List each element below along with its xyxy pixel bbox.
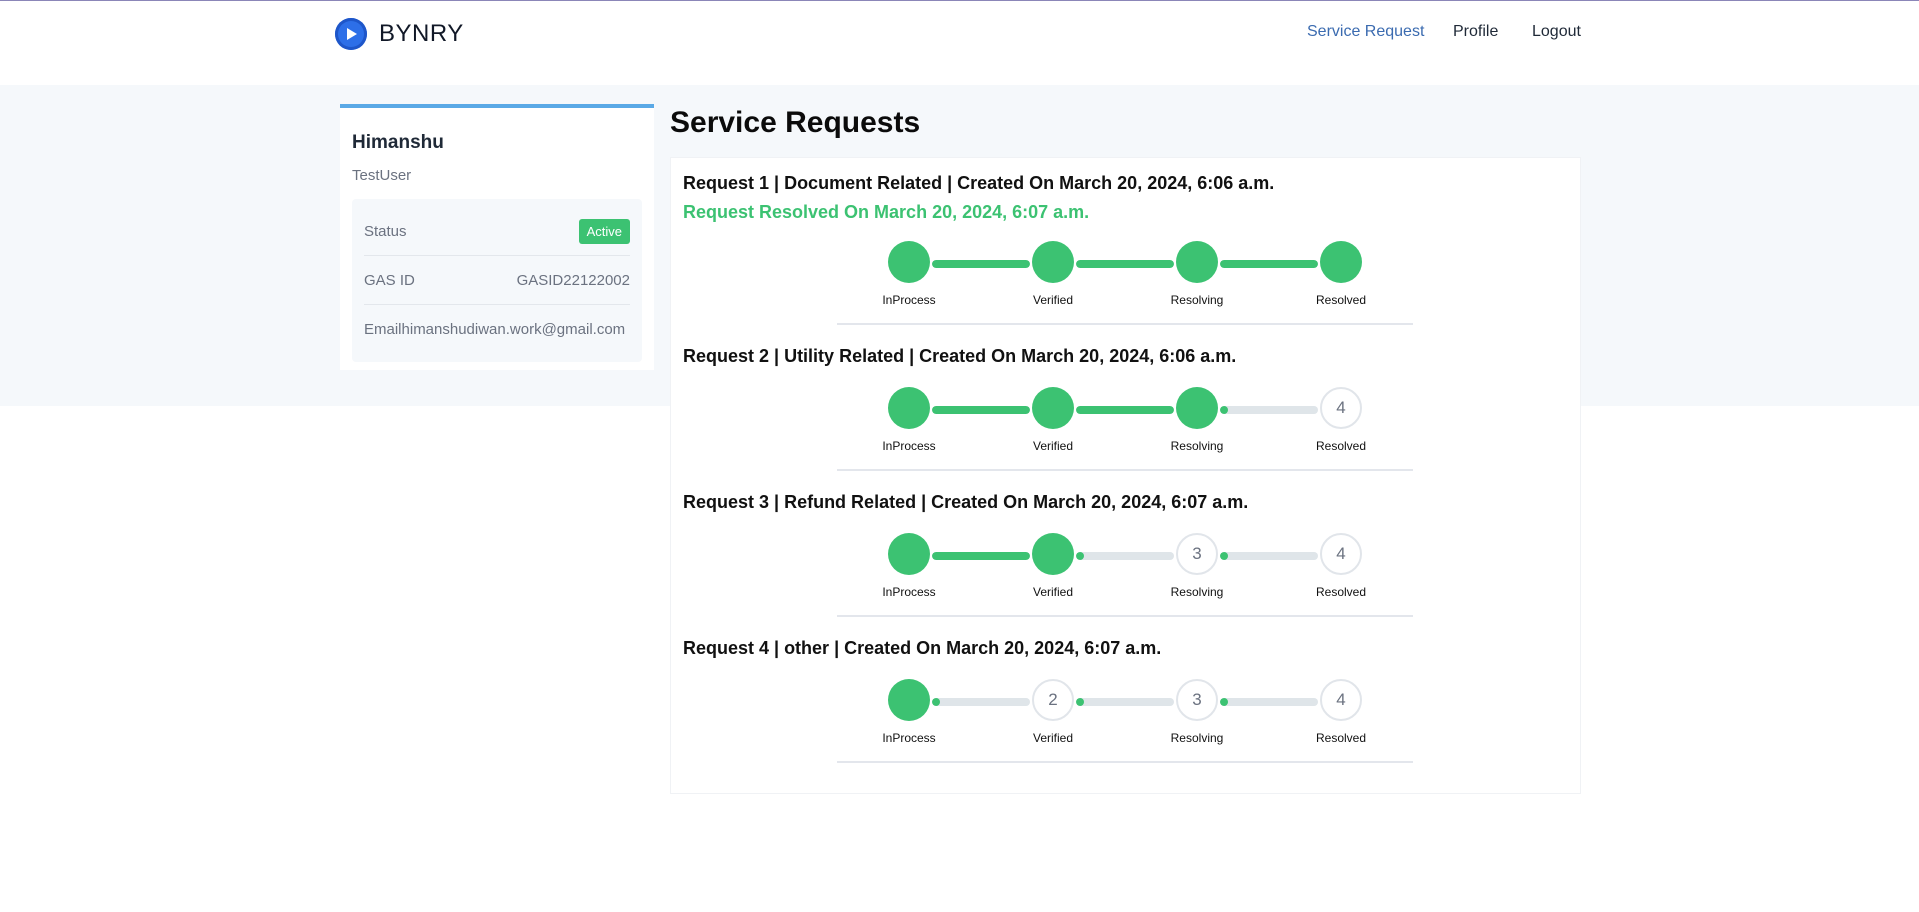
email-value: himanshudiwan.work@gmail.com bbox=[401, 321, 626, 338]
gas-id-value: GASID22122002 bbox=[516, 271, 630, 289]
email-row: Email himanshudiwan.work@gmail.com bbox=[364, 305, 630, 354]
step-connector bbox=[1220, 698, 1318, 706]
status-badge: Active bbox=[578, 218, 630, 244]
request-heading: Request 1 | Document Related | Created O… bbox=[683, 173, 1275, 193]
step-connector bbox=[1220, 260, 1318, 268]
step-connector-fill bbox=[1076, 260, 1174, 268]
step-label-verified: Verified bbox=[1032, 731, 1074, 745]
step-circle bbox=[888, 679, 930, 721]
step-circle bbox=[1176, 387, 1218, 429]
step-label-verified: Verified bbox=[1032, 293, 1074, 307]
request-resolved-text: Request Resolved On March 20, 2024, 6:07… bbox=[683, 202, 1090, 222]
step-connector bbox=[1076, 698, 1174, 706]
progress-stepper: InProcess Verified Resolving Resolved bbox=[837, 241, 1413, 331]
step-label-inprocess: InProcess bbox=[882, 585, 936, 599]
step-circle bbox=[888, 533, 930, 575]
step-connector bbox=[932, 406, 1030, 414]
step-label-resolving: Resolving bbox=[1170, 293, 1224, 307]
nav-logout[interactable]: Logout bbox=[1532, 23, 1581, 41]
step-label-verified: Verified bbox=[1032, 585, 1074, 599]
step-circle bbox=[1032, 387, 1074, 429]
top-navbar: BYNRY Service Request Profile Logout bbox=[0, 1, 1919, 85]
request-divider bbox=[837, 761, 1413, 763]
step-label-verified: Verified bbox=[1032, 439, 1074, 453]
step-connector bbox=[1076, 552, 1174, 560]
step-circle: 3 bbox=[1176, 679, 1218, 721]
brand-name: BYNRY bbox=[379, 20, 464, 47]
profile-details: Status Active GAS ID GASID22122002 Email… bbox=[352, 199, 642, 362]
page-title: Service Requests bbox=[670, 106, 921, 139]
step-connector-fill bbox=[1220, 260, 1318, 268]
step-label-resolved: Resolved bbox=[1315, 293, 1367, 307]
step-connector-fill bbox=[932, 698, 940, 706]
email-label: Email bbox=[364, 321, 402, 338]
request-heading: Request 3 | Refund Related | Created On … bbox=[683, 492, 1249, 512]
gas-id-label: GAS ID bbox=[364, 271, 415, 289]
step-connector-fill bbox=[1076, 698, 1084, 706]
step-connector-fill bbox=[932, 406, 1030, 414]
step-circle bbox=[1176, 241, 1218, 283]
step-connector bbox=[932, 698, 1030, 706]
request-heading: Request 4 | other | Created On March 20,… bbox=[683, 638, 1162, 658]
step-circle: 4 bbox=[1320, 679, 1362, 721]
step-label-resolving: Resolving bbox=[1170, 439, 1224, 453]
step-label-resolving: Resolving bbox=[1170, 585, 1224, 599]
step-connector-fill bbox=[1076, 552, 1084, 560]
progress-stepper: InProcess 2 Verified 3 Resolving 4 Resolved bbox=[837, 679, 1413, 769]
profile-name: Himanshu bbox=[352, 132, 444, 153]
requests-panel: Request 1 | Document Related | Created O… bbox=[670, 157, 1581, 794]
status-label: Status bbox=[364, 222, 407, 240]
step-circle bbox=[888, 387, 930, 429]
step-connector-fill bbox=[1220, 552, 1228, 560]
brand[interactable]: BYNRY bbox=[335, 18, 464, 50]
request-item: Request 1 | Document Related | Created O… bbox=[683, 173, 1563, 223]
step-circle bbox=[888, 241, 930, 283]
step-label-resolved: Resolved bbox=[1315, 585, 1367, 599]
step-connector-fill bbox=[932, 260, 1030, 268]
step-label-resolved: Resolved bbox=[1315, 731, 1367, 745]
step-circle: 2 bbox=[1032, 679, 1074, 721]
step-label-inprocess: InProcess bbox=[882, 731, 936, 745]
step-connector bbox=[1076, 406, 1174, 414]
request-divider bbox=[837, 615, 1413, 617]
nav-service-request[interactable]: Service Request bbox=[1307, 23, 1424, 41]
request-item: Request 4 | other | Created On March 20,… bbox=[683, 638, 1563, 659]
step-connector bbox=[932, 552, 1030, 560]
request-divider bbox=[837, 323, 1413, 325]
step-connector-fill bbox=[1220, 406, 1228, 414]
step-circle bbox=[1032, 533, 1074, 575]
step-connector-fill bbox=[1220, 698, 1228, 706]
step-label-resolved: Resolved bbox=[1315, 439, 1367, 453]
step-label-resolving: Resolving bbox=[1170, 731, 1224, 745]
progress-stepper: InProcess Verified 3 Resolving 4 Resolved bbox=[837, 533, 1413, 623]
step-circle: 4 bbox=[1320, 533, 1362, 575]
gas-id-row: GAS ID GASID22122002 bbox=[364, 256, 630, 305]
step-circle: 3 bbox=[1176, 533, 1218, 575]
progress-stepper: InProcess Verified Resolving 4 Resolved bbox=[837, 387, 1413, 477]
step-circle bbox=[1032, 241, 1074, 283]
step-connector bbox=[932, 260, 1030, 268]
request-item: Request 3 | Refund Related | Created On … bbox=[683, 492, 1563, 513]
request-divider bbox=[837, 469, 1413, 471]
step-connector bbox=[1076, 260, 1174, 268]
step-label-inprocess: InProcess bbox=[882, 439, 936, 453]
nav-profile[interactable]: Profile bbox=[1453, 23, 1498, 41]
request-item: Request 2 | Utility Related | Created On… bbox=[683, 346, 1563, 367]
profile-role: TestUser bbox=[352, 167, 412, 184]
request-heading: Request 2 | Utility Related | Created On… bbox=[683, 346, 1237, 366]
profile-card: Himanshu TestUser Status Active GAS ID G… bbox=[340, 104, 654, 370]
step-connector bbox=[1220, 552, 1318, 560]
step-connector bbox=[1220, 406, 1318, 414]
step-connector-fill bbox=[932, 552, 1030, 560]
step-connector-fill bbox=[1076, 406, 1174, 414]
step-circle bbox=[1320, 241, 1362, 283]
status-row: Status Active bbox=[364, 207, 630, 256]
step-circle: 4 bbox=[1320, 387, 1362, 429]
play-circle-icon bbox=[335, 18, 367, 50]
step-label-inprocess: InProcess bbox=[882, 293, 936, 307]
